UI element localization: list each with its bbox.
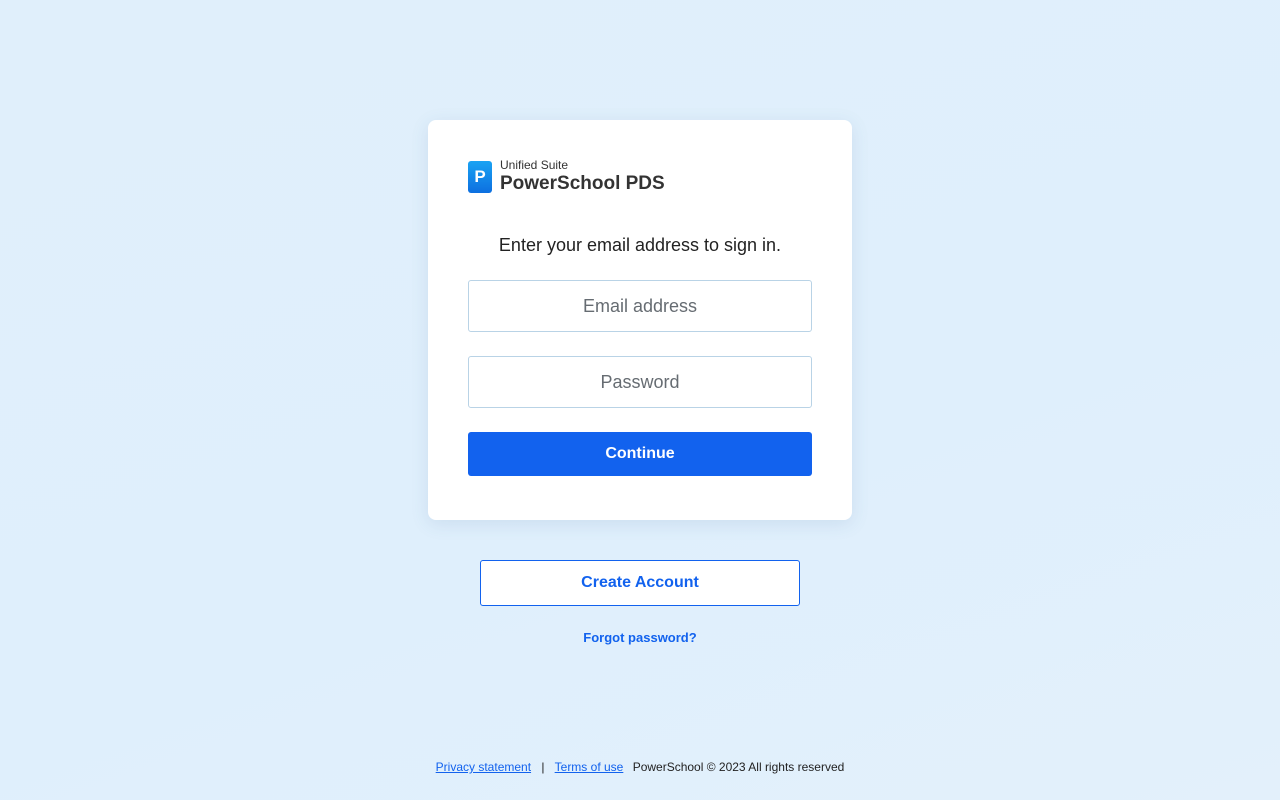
email-input[interactable]	[468, 280, 812, 332]
brand-suite-label: Unified Suite	[500, 157, 569, 172]
create-account-button[interactable]: Create Account	[480, 560, 800, 606]
copyright-text: PowerSchool © 2023 All rights reserved	[632, 760, 845, 774]
terms-of-use-link[interactable]: Terms of use	[555, 760, 624, 774]
forgot-password-link[interactable]: Forgot password?	[583, 630, 696, 645]
continue-button[interactable]: Continue	[468, 432, 812, 476]
powerschool-logo-icon: P	[468, 161, 492, 193]
password-input[interactable]	[468, 356, 812, 408]
signin-card: P Unified Suite PowerSchool PDS Enter yo…	[428, 120, 852, 520]
footer: Privacy statement | Terms of use PowerSc…	[0, 760, 1280, 774]
brand-header: P Unified Suite PowerSchool PDS	[468, 157, 812, 196]
footer-separator: |	[541, 760, 545, 774]
brand-text: Unified Suite PowerSchool PDS	[500, 157, 665, 196]
signin-prompt: Enter your email address to sign in.	[498, 235, 782, 255]
brand-product-name: PowerSchool PDS	[500, 172, 665, 194]
privacy-statement-link[interactable]: Privacy statement	[436, 760, 531, 774]
forgot-password-container: Forgot password?	[0, 630, 1280, 645]
